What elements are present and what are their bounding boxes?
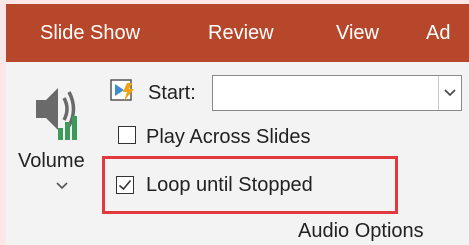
ribbon-tab-bar: Slide Show Review View Ad <box>6 4 469 62</box>
highlight-box <box>102 156 398 214</box>
tab-slide-show[interactable]: Slide Show <box>40 20 140 46</box>
tab-review[interactable]: Review <box>208 20 274 46</box>
audio-options-group-label: Audio Options <box>298 220 424 242</box>
dropdown-separator <box>438 76 439 110</box>
volume-label[interactable]: Volume <box>18 148 85 174</box>
chevron-down-icon[interactable] <box>444 89 456 97</box>
tab-view[interactable]: View <box>336 20 379 46</box>
start-trigger-icon <box>110 79 134 101</box>
tab-add[interactable]: Ad <box>426 20 450 46</box>
play-across-slides-label[interactable]: Play Across Slides <box>146 124 311 150</box>
chevron-down-icon[interactable] <box>56 182 68 190</box>
start-label: Start: <box>148 82 196 104</box>
play-across-slides-checkbox[interactable] <box>118 126 136 144</box>
start-dropdown[interactable] <box>212 75 462 111</box>
speaker-volume-icon[interactable] <box>36 82 80 142</box>
